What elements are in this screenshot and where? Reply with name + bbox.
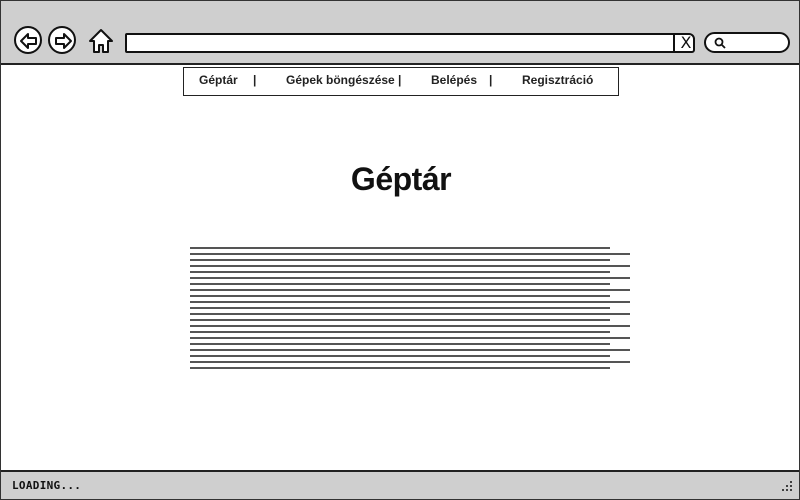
browser-window: X Géptár | Gépek böngészése | Belépés | … xyxy=(0,0,800,500)
placeholder-text-line xyxy=(190,331,610,333)
placeholder-text-line xyxy=(190,349,630,351)
placeholder-text-line xyxy=(190,259,610,261)
search-input[interactable] xyxy=(704,32,790,53)
back-button[interactable] xyxy=(14,26,42,54)
placeholder-text-line xyxy=(190,355,610,357)
placeholder-text-line xyxy=(190,265,630,267)
top-navigation: Géptár | Gépek böngészése | Belépés | Re… xyxy=(183,67,619,96)
placeholder-text-line xyxy=(190,367,610,369)
placeholder-text-line xyxy=(190,289,630,291)
placeholder-text-line xyxy=(190,325,630,327)
search-icon xyxy=(714,37,726,49)
status-text: LOADING... xyxy=(12,479,82,492)
placeholder-text-line xyxy=(190,361,630,363)
placeholder-text-line xyxy=(190,337,630,339)
nav-item-gepek-bongeszese[interactable]: Gépek böngészése xyxy=(286,73,395,87)
browser-toolbar: X xyxy=(1,1,799,65)
close-icon: X xyxy=(680,33,692,52)
nav-separator: | xyxy=(253,73,257,87)
placeholder-text-block xyxy=(190,247,630,371)
clear-address-button[interactable]: X xyxy=(673,34,697,52)
home-button[interactable] xyxy=(87,27,115,55)
nav-item-belepes[interactable]: Belépés xyxy=(431,73,477,87)
placeholder-text-line xyxy=(190,295,610,297)
page-title: Géptár xyxy=(350,161,452,197)
nav-item-geptar[interactable]: Géptár xyxy=(199,73,238,87)
arrow-right-icon xyxy=(55,33,72,49)
forward-button[interactable] xyxy=(48,26,76,54)
placeholder-text-line xyxy=(190,307,610,309)
placeholder-text-line xyxy=(190,283,610,285)
nav-separator: | xyxy=(398,73,402,87)
nav-item-regisztracio[interactable]: Regisztráció xyxy=(522,73,593,87)
placeholder-text-line xyxy=(190,271,610,273)
placeholder-text-line xyxy=(190,247,610,249)
resize-grip-icon[interactable] xyxy=(781,480,793,492)
status-bar: LOADING... xyxy=(1,470,799,499)
arrow-left-icon xyxy=(20,33,37,49)
placeholder-text-line xyxy=(190,313,630,315)
address-bar[interactable] xyxy=(125,33,695,53)
placeholder-text-line xyxy=(190,277,630,279)
home-icon xyxy=(89,29,113,53)
placeholder-text-line xyxy=(190,319,610,321)
nav-separator: | xyxy=(489,73,493,87)
placeholder-text-line xyxy=(190,301,630,303)
placeholder-text-line xyxy=(190,343,610,345)
placeholder-text-line xyxy=(190,253,630,255)
